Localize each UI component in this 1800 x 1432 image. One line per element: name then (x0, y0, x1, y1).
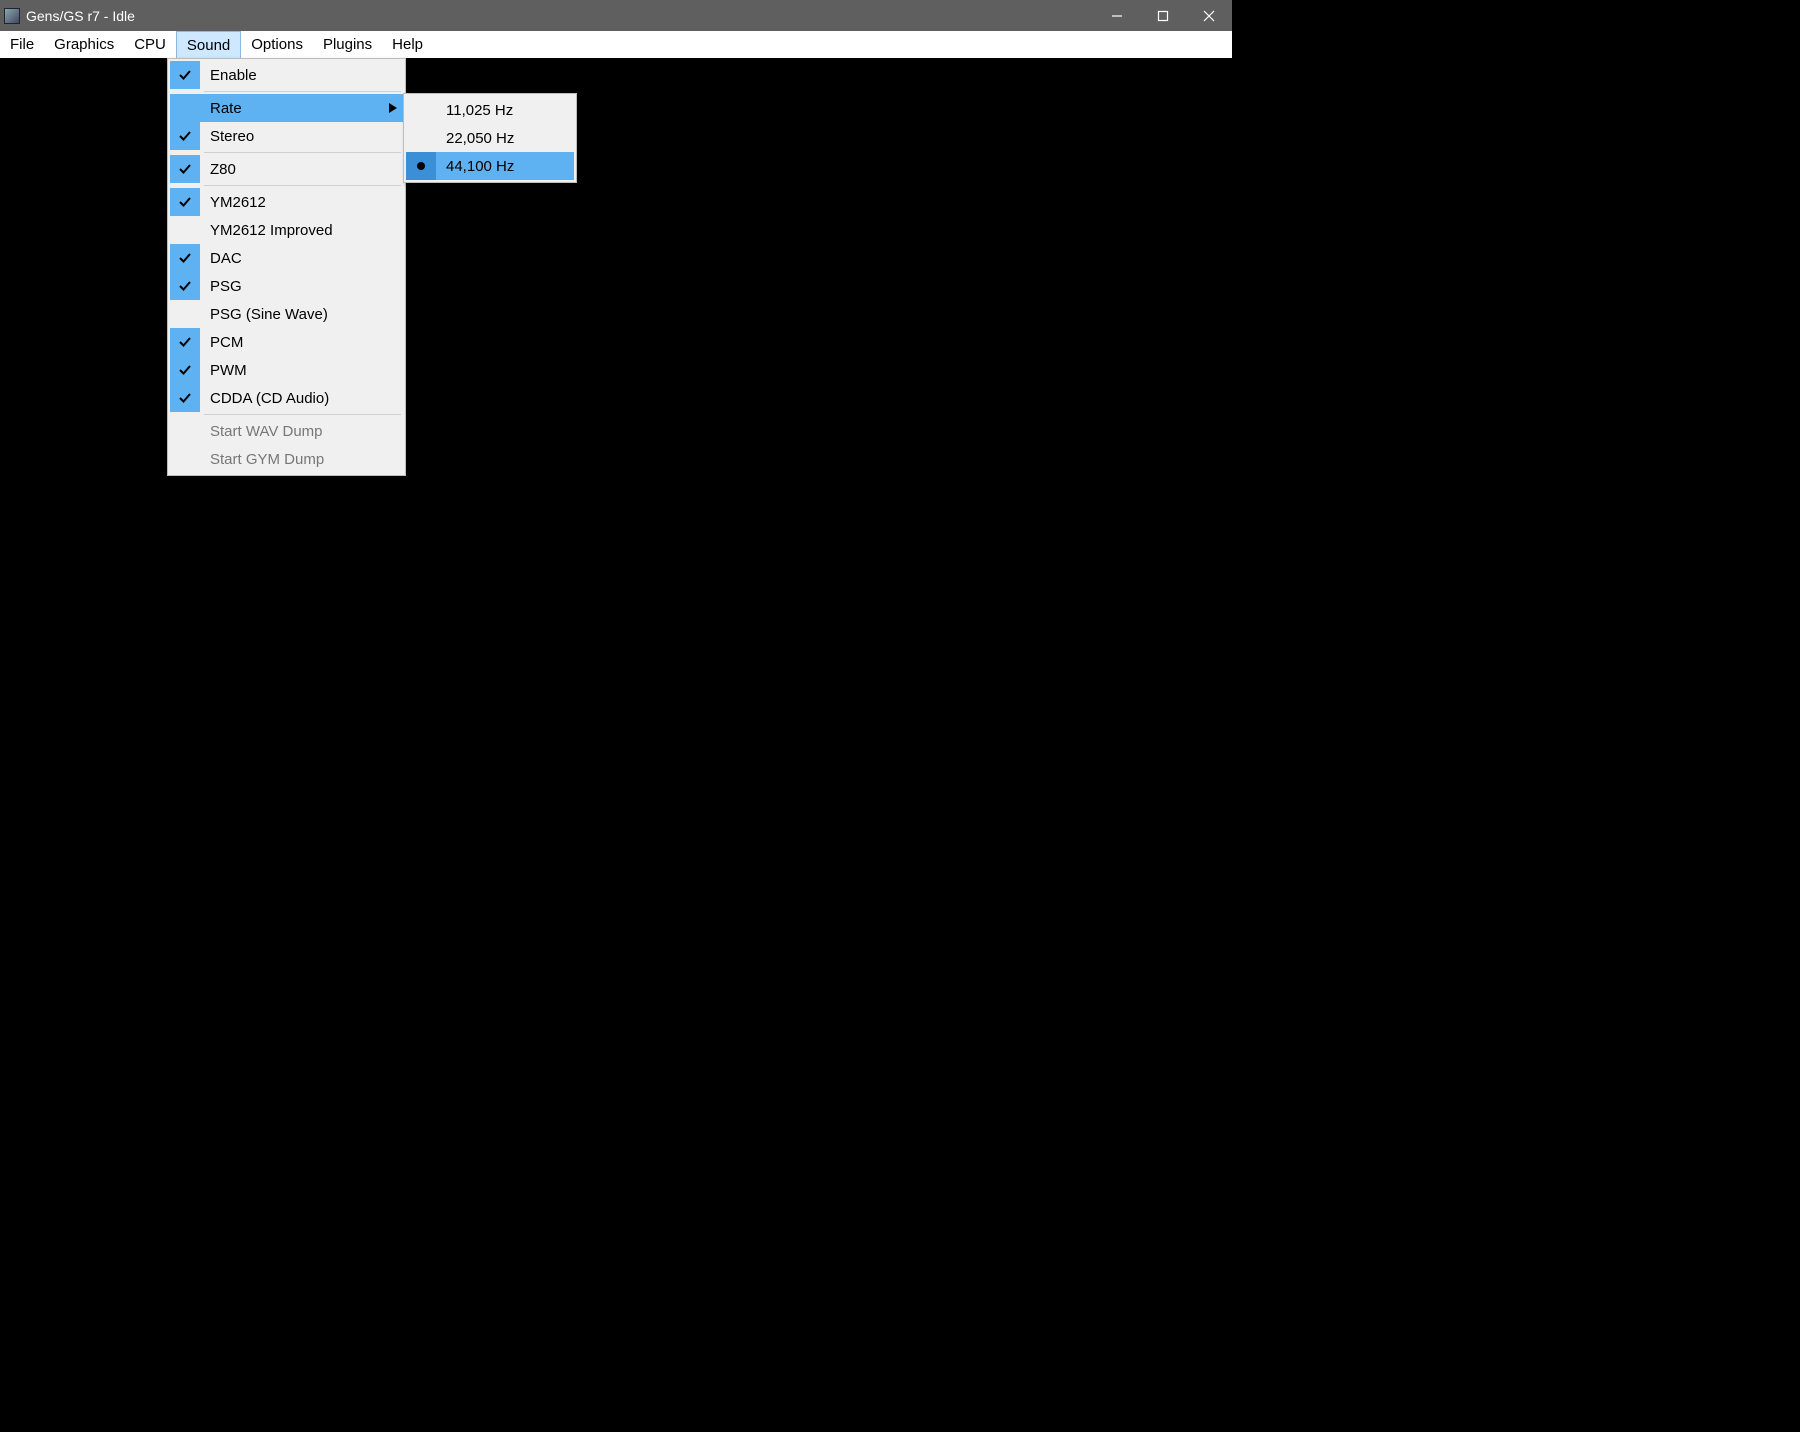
sound-z80[interactable]: Z80 (170, 155, 403, 183)
sound-pcm[interactable]: PCM (170, 328, 403, 356)
window-title: Gens/GS r7 - Idle (26, 8, 135, 24)
menu-item-label: PSG (Sine Wave) (200, 306, 403, 323)
check-icon (170, 384, 200, 412)
check-icon (170, 328, 200, 356)
rate-11025[interactable]: 11,025 Hz (406, 96, 574, 124)
menu-graphics[interactable]: Graphics (44, 31, 124, 58)
rate-44100[interactable]: 44,100 Hz (406, 152, 574, 180)
close-icon (1203, 10, 1215, 22)
minimize-icon (1111, 10, 1123, 22)
gutter (170, 94, 200, 122)
separator (204, 414, 401, 415)
check-icon (170, 188, 200, 216)
menu-item-label: YM2612 (200, 194, 403, 211)
sound-pwm[interactable]: PWM (170, 356, 403, 384)
check-icon (170, 122, 200, 150)
sound-rate[interactable]: Rate (170, 94, 403, 122)
sound-start-gym-dump[interactable]: Start GYM Dump (170, 445, 403, 473)
check-icon (170, 155, 200, 183)
menu-item-label: PWM (200, 362, 403, 379)
menu-file[interactable]: File (0, 31, 44, 58)
gutter (406, 124, 436, 152)
menu-cpu[interactable]: CPU (124, 31, 176, 58)
sound-dac[interactable]: DAC (170, 244, 403, 272)
menu-plugins[interactable]: Plugins (313, 31, 382, 58)
sound-dropdown: Enable Rate Stereo Z80 YM2612 YM2612 Imp… (167, 58, 406, 476)
menubar: File Graphics CPU Sound Options Plugins … (0, 31, 1232, 58)
separator (204, 185, 401, 186)
menu-item-label: Z80 (200, 161, 403, 178)
menu-item-label: PCM (200, 334, 403, 351)
menu-item-label: Rate (200, 100, 383, 117)
rate-submenu: 11,025 Hz 22,050 Hz 44,100 Hz (403, 93, 577, 183)
gutter (170, 300, 200, 328)
sound-start-wav-dump[interactable]: Start WAV Dump (170, 417, 403, 445)
menu-options[interactable]: Options (241, 31, 313, 58)
check-icon (170, 272, 200, 300)
menu-item-label: Stereo (200, 128, 403, 145)
radio-selected-icon (406, 152, 436, 180)
gutter (170, 216, 200, 244)
menu-item-label: 22,050 Hz (436, 130, 514, 147)
menu-item-label: 44,100 Hz (436, 158, 514, 175)
sound-stereo[interactable]: Stereo (170, 122, 403, 150)
check-icon (170, 61, 200, 89)
separator (204, 91, 401, 92)
sound-ym2612[interactable]: YM2612 (170, 188, 403, 216)
menu-item-label: 11,025 Hz (436, 102, 513, 119)
sound-ym2612-improved[interactable]: YM2612 Improved (170, 216, 403, 244)
submenu-arrow-icon (383, 103, 403, 113)
gutter (170, 445, 200, 473)
titlebar: Gens/GS r7 - Idle (0, 0, 1232, 31)
minimize-button[interactable] (1094, 0, 1140, 31)
menu-help[interactable]: Help (382, 31, 433, 58)
menu-item-label: Start WAV Dump (200, 423, 403, 440)
sound-psg[interactable]: PSG (170, 272, 403, 300)
check-icon (170, 244, 200, 272)
menu-item-label: CDDA (CD Audio) (200, 390, 403, 407)
close-button[interactable] (1186, 0, 1232, 31)
menu-item-label: Start GYM Dump (200, 451, 403, 468)
app-icon (4, 8, 20, 24)
menu-item-label: Enable (200, 67, 403, 84)
menu-item-label: YM2612 Improved (200, 222, 403, 239)
sound-psg-sine[interactable]: PSG (Sine Wave) (170, 300, 403, 328)
menu-item-label: DAC (200, 250, 403, 267)
menu-sound[interactable]: Sound (176, 31, 241, 58)
gutter (406, 96, 436, 124)
sound-enable[interactable]: Enable (170, 61, 403, 89)
maximize-button[interactable] (1140, 0, 1186, 31)
sound-cdda[interactable]: CDDA (CD Audio) (170, 384, 403, 412)
menu-item-label: PSG (200, 278, 403, 295)
check-icon (170, 356, 200, 384)
rate-22050[interactable]: 22,050 Hz (406, 124, 574, 152)
maximize-icon (1157, 10, 1169, 22)
separator (204, 152, 401, 153)
gutter (170, 417, 200, 445)
